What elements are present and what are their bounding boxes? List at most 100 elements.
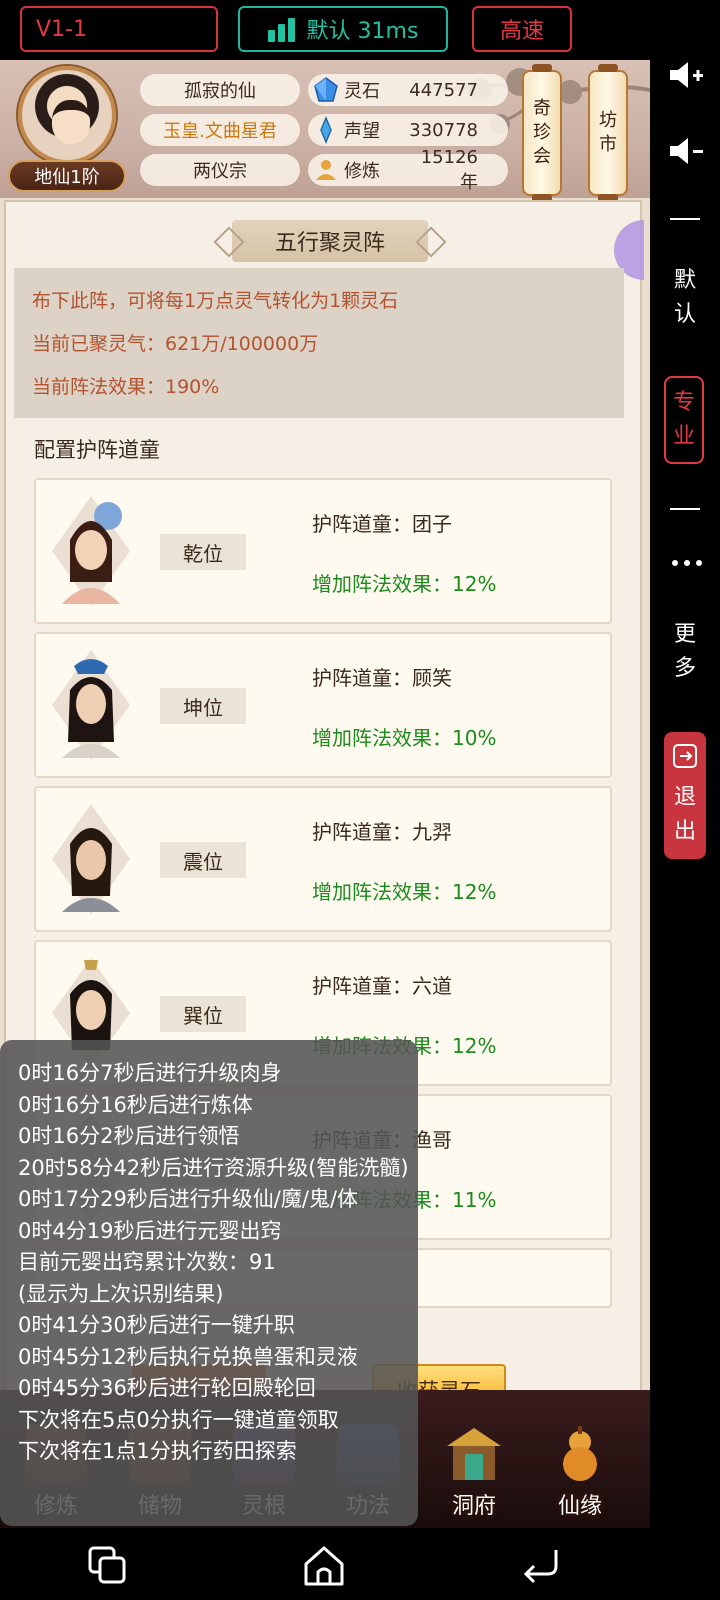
stat-prestige: 声望 330778 [308, 114, 508, 146]
cave-dwelling-icon [447, 1428, 501, 1480]
player-name: 孤寂的仙 [140, 74, 300, 106]
stat-label: 修炼 [344, 161, 380, 182]
stat-label: 灵石 [344, 81, 380, 102]
version-label: V1-1 [36, 16, 87, 42]
position-tag: 坤位 [160, 688, 246, 724]
version-button[interactable]: V1-1 [20, 6, 218, 52]
player-title: 玉皇.文曲星君 [140, 114, 300, 146]
pro-char: 业 [672, 424, 695, 449]
guardian-bonus: 增加阵法效果：12% [312, 572, 497, 596]
player-header: 地仙1阶 孤寂的仙 玉皇.文曲星君 两仪宗 灵石 447577 声望 33077… [0, 60, 650, 202]
stat-cultivation: 修炼 15126年 [308, 147, 508, 193]
default-char: 认 [673, 302, 696, 327]
log-line: 下次将在1点1分执行药田探索 [18, 1439, 297, 1463]
player-title-text: 玉皇.文曲星君 [163, 121, 277, 142]
default-mode-button[interactable]: 默 认 [650, 264, 720, 332]
guardian-portrait [52, 650, 130, 760]
gourd-icon [563, 1426, 597, 1481]
log-line: (显示为上次识别结果) [18, 1281, 224, 1306]
more-char: 更 [673, 622, 696, 647]
stat-value: 447577 [409, 79, 478, 101]
guardian-portrait [52, 804, 130, 914]
signal-bars-icon [267, 16, 295, 42]
guardian-card[interactable]: 乾位 护阵道童：团子 增加阵法效果：12% [34, 478, 612, 624]
lantern-char: 市 [599, 134, 617, 155]
speed-button[interactable]: 高速 [472, 6, 572, 52]
volume-up-icon[interactable] [666, 58, 706, 92]
log-line: 20时58分42秒后进行资源升级(智能洗髓) [18, 1155, 409, 1180]
nav-destiny[interactable]: 仙缘 [530, 1420, 630, 1528]
log-line: 目前元婴出窍累计次数：91 [18, 1250, 276, 1274]
position-tag: 巽位 [160, 996, 246, 1032]
speed-label: 高速 [499, 19, 544, 44]
guardian-card[interactable]: 坤位 护阵道童：顾笑 增加阵法效果：10% [34, 632, 612, 778]
more-char: 多 [673, 656, 696, 681]
array-effect: 当前阵法效果：190% [32, 376, 220, 398]
stat-value: 15126年 [420, 146, 478, 193]
player-sect: 两仪宗 [140, 154, 300, 186]
guardian-portrait [52, 496, 130, 606]
log-line: 0时16分7秒后进行升级肉身 [18, 1061, 282, 1085]
back-icon[interactable] [516, 1542, 564, 1590]
array-info-box: 布下此阵，可将每1万点灵气转化为1颗灵石 当前已聚灵气：621万/100000万… [14, 268, 624, 418]
log-line: 0时16分2秒后进行领悟 [18, 1124, 240, 1148]
log-line: 下次将在5点0分执行一键道童领取 [18, 1407, 339, 1432]
guardian-name: 护阵道童：顾笑 [312, 666, 452, 690]
treasure-pavilion-button[interactable]: 奇 珍 会 [522, 64, 562, 202]
home-icon[interactable] [300, 1542, 348, 1590]
more-dots-icon[interactable] [672, 560, 702, 566]
log-line: 0时4分19秒后进行元婴出窍 [18, 1218, 282, 1243]
panel-title: 五行聚灵阵 [232, 220, 428, 262]
guardian-bonus: 增加阵法效果：12% [312, 880, 497, 904]
top-control-bar: V1-1 默认 31ms 高速 [0, 0, 650, 60]
log-line: 0时17分29秒后进行升级仙/魔/鬼/体 [18, 1187, 359, 1211]
guardian-bonus: 增加阵法效果：10% [312, 726, 497, 750]
exit-icon [673, 744, 697, 768]
stat-value: 330778 [409, 119, 478, 141]
exit-char: 退 [673, 785, 696, 810]
array-description: 布下此阵，可将每1万点灵气转化为1颗灵石 [32, 290, 399, 312]
lantern-char: 坊 [599, 110, 617, 131]
system-navigation-bar [0, 1528, 720, 1600]
guardian-name: 护阵道童：团子 [312, 512, 452, 536]
lantern-char: 会 [533, 146, 551, 167]
prestige-icon [320, 116, 332, 144]
market-button[interactable]: 坊 市 [588, 64, 628, 202]
divider [670, 218, 700, 220]
rank-badge: 地仙1阶 [8, 160, 126, 192]
automation-log-overlay: 0时16分7秒后进行升级肉身 0时16分16秒后进行炼体 0时16分2秒后进行领… [0, 1040, 418, 1526]
exit-button[interactable]: 退 出 [664, 732, 706, 859]
player-sect-text: 两仪宗 [193, 161, 247, 182]
pro-mode-button[interactable]: 专 业 [664, 376, 704, 464]
log-line: 0时45分36秒后进行轮回殿轮回 [18, 1376, 316, 1400]
volume-down-icon[interactable] [666, 134, 706, 168]
stat-label: 声望 [344, 121, 380, 142]
guardian-name: 护阵道童：六道 [312, 974, 452, 998]
nav-label: 仙缘 [557, 1494, 602, 1519]
lantern-char: 奇 [533, 98, 551, 119]
nav-label: 洞府 [451, 1494, 496, 1519]
player-avatar[interactable] [18, 66, 116, 164]
recent-apps-icon[interactable] [84, 1542, 132, 1590]
network-label: 默认 31ms [306, 19, 419, 44]
panel-title-text: 五行聚灵阵 [274, 231, 385, 256]
log-line: 0时16分16秒后进行炼体 [18, 1092, 253, 1117]
spirit-stone-icon [314, 77, 338, 102]
divider [670, 508, 700, 510]
nav-cave[interactable]: 洞府 [424, 1420, 524, 1528]
pro-char: 专 [672, 390, 695, 415]
log-line: 0时41分30秒后进行一键升职 [18, 1313, 295, 1337]
default-char: 默 [673, 268, 696, 293]
stat-spirit-stone: 灵石 447577 [308, 74, 508, 106]
cultivation-icon [316, 160, 336, 180]
player-name-text: 孤寂的仙 [184, 81, 256, 102]
lantern-char: 珍 [533, 122, 551, 143]
gathered-spirit: 当前已聚灵气：621万/100000万 [32, 333, 319, 355]
log-line: 0时45分12秒后执行兑换兽蛋和灵液 [18, 1344, 358, 1369]
network-status-button[interactable]: 默认 31ms [238, 6, 448, 52]
more-button[interactable]: 更 多 [650, 618, 720, 686]
position-tag: 乾位 [160, 534, 246, 570]
rank-label: 地仙1阶 [34, 167, 100, 188]
guardian-card[interactable]: 震位 护阵道童：九羿 增加阵法效果：12% [34, 786, 612, 932]
guardian-name: 护阵道童：九羿 [312, 820, 452, 844]
